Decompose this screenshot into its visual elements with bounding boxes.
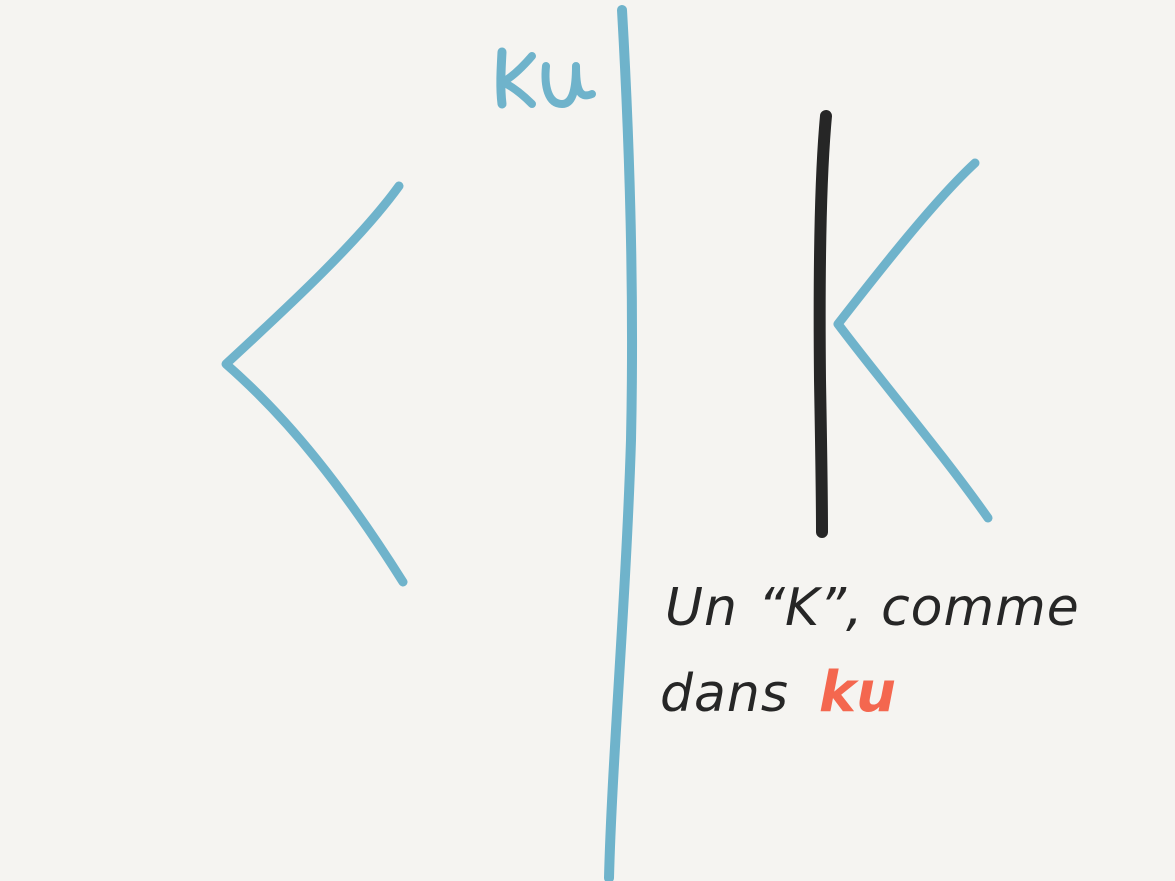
center-divider-stroke [604,5,637,881]
caption-line-2: dans ku [660,660,896,740]
drawing-canvas: ku Un “K”, comme dans ku [0,0,1175,881]
k-arms-stroke [833,158,993,523]
top-ku-label: ku [496,47,596,109]
caption-dans: dans [660,664,789,724]
left-chevron-stroke [221,181,408,587]
caption-line-1: Un “K”, comme [665,578,1080,658]
caption-ku: ku [818,660,897,725]
caption-k: “K” [758,578,847,638]
caption-un: Un [665,578,739,638]
top-ku-text: ku [540,99,542,101]
caption-comme: , comme [846,578,1080,638]
drawing-svg: ku [221,5,993,881]
k-stem-stroke [813,110,832,538]
